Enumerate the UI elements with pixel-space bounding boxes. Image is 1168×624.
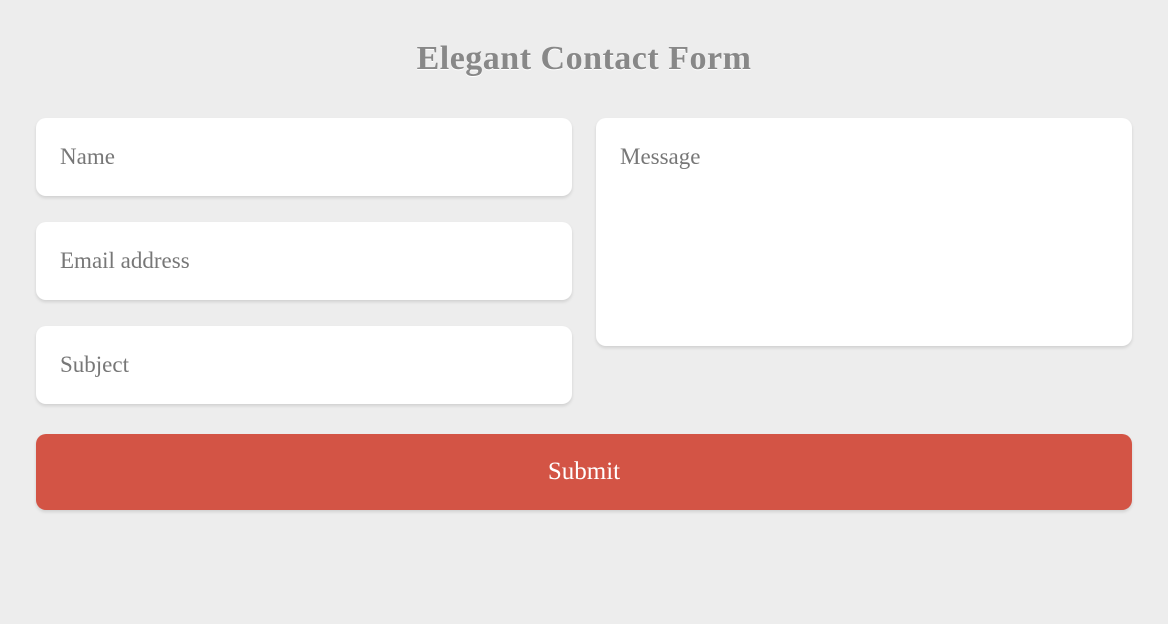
contact-form-container: Elegant Contact Form Submit [0, 0, 1168, 550]
form-grid [36, 118, 1132, 404]
submit-button[interactable]: Submit [36, 434, 1132, 510]
right-column [596, 118, 1132, 404]
message-textarea[interactable] [596, 118, 1132, 346]
name-input[interactable] [36, 118, 572, 196]
email-input[interactable] [36, 222, 572, 300]
left-column [36, 118, 572, 404]
page-title: Elegant Contact Form [36, 40, 1132, 78]
subject-input[interactable] [36, 326, 572, 404]
